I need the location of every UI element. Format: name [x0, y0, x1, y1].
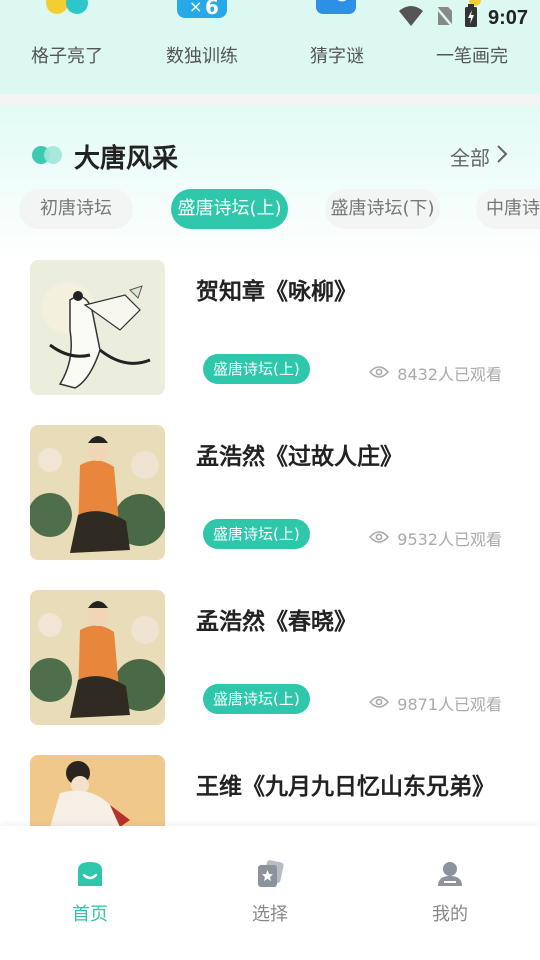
- poem-title: 孟浩然《过故人庄》: [196, 444, 403, 470]
- tab-early-tang[interactable]: 初唐诗坛: [19, 189, 133, 229]
- magnifier-icon: [312, 0, 362, 24]
- category-badge: 盛唐诗坛(上): [203, 684, 310, 714]
- category-badge: 盛唐诗坛(上): [203, 519, 310, 549]
- view-all-button[interactable]: 全部: [450, 142, 508, 171]
- list-item[interactable]: 孟浩然《春晓》 盛唐诗坛(上) 9871人已观看: [0, 590, 540, 726]
- status-bar: 9:07: [398, 4, 528, 32]
- view-count-text: 8432人已观看: [397, 365, 502, 384]
- battery-charging-icon: [464, 4, 478, 32]
- view-count-text: 9871人已观看: [397, 695, 502, 714]
- eye-icon: [369, 364, 390, 383]
- bottom-navigation: 首页 选择 我的: [0, 826, 540, 960]
- game-label: 数独训练: [166, 46, 238, 67]
- view-count: 8432人已观看: [369, 361, 502, 385]
- nav-label: 首页: [72, 904, 108, 925]
- sudoku-icon: × 6: [175, 0, 229, 24]
- game-label: 格子亮了: [31, 46, 103, 67]
- sudoku-badge: 6: [205, 0, 219, 19]
- nav-select[interactable]: 选择: [210, 860, 330, 926]
- no-sim-icon: [434, 5, 454, 31]
- list-item[interactable]: 贺知章《咏柳》 盛唐诗坛(上) 8432人已观看: [0, 260, 540, 396]
- view-count: 9532人已观看: [369, 526, 502, 550]
- nav-label: 我的: [432, 904, 468, 925]
- game-label: 一笔画完: [436, 46, 508, 67]
- category-badge: 盛唐诗坛(上): [203, 354, 310, 384]
- home-icon: [30, 860, 150, 892]
- tab-mid-tang[interactable]: 中唐诗坛: [476, 189, 540, 229]
- tab-high-tang-2[interactable]: 盛唐诗坛(下): [325, 189, 440, 229]
- wifi-icon: [398, 5, 424, 31]
- poem-title: 孟浩然《春晓》: [196, 609, 357, 635]
- section-title: 大唐风采: [74, 144, 179, 174]
- poem-thumbnail: [30, 425, 165, 560]
- section-divider: [0, 94, 540, 106]
- poem-title: 贺知章《咏柳》: [196, 279, 357, 305]
- star-cards-icon: [210, 860, 330, 892]
- chevron-right-icon: [496, 144, 508, 169]
- poem-title: 王维《九月九日忆山东兄弟》: [196, 774, 495, 800]
- view-count: 9871人已观看: [369, 691, 502, 715]
- section-header: 大唐风采 全部: [32, 138, 508, 174]
- list-item[interactable]: 孟浩然《过故人庄》 盛唐诗坛(上) 9532人已观看: [0, 425, 540, 561]
- section-dots-icon: [32, 146, 66, 164]
- svg-text:×: ×: [189, 0, 202, 16]
- game-label: 猜字谜: [310, 46, 364, 67]
- nav-profile[interactable]: 我的: [390, 860, 510, 926]
- nav-home[interactable]: 首页: [30, 860, 150, 926]
- eye-icon: [369, 694, 390, 713]
- poem-thumbnail: [30, 260, 165, 395]
- view-all-label: 全部: [450, 146, 490, 170]
- profile-icon: [390, 860, 510, 892]
- view-count-text: 9532人已观看: [397, 530, 502, 549]
- tab-high-tang-1[interactable]: 盛唐诗坛(上): [171, 189, 288, 229]
- poem-thumbnail: [30, 590, 165, 725]
- nav-label: 选择: [252, 904, 288, 925]
- category-tabs: 初唐诗坛 盛唐诗坛(上) 盛唐诗坛(下) 中唐诗坛: [0, 189, 540, 229]
- status-time: 9:07: [487, 6, 528, 29]
- dots-icon: [42, 0, 92, 22]
- eye-icon: [369, 529, 390, 548]
- section-background: [0, 106, 540, 266]
